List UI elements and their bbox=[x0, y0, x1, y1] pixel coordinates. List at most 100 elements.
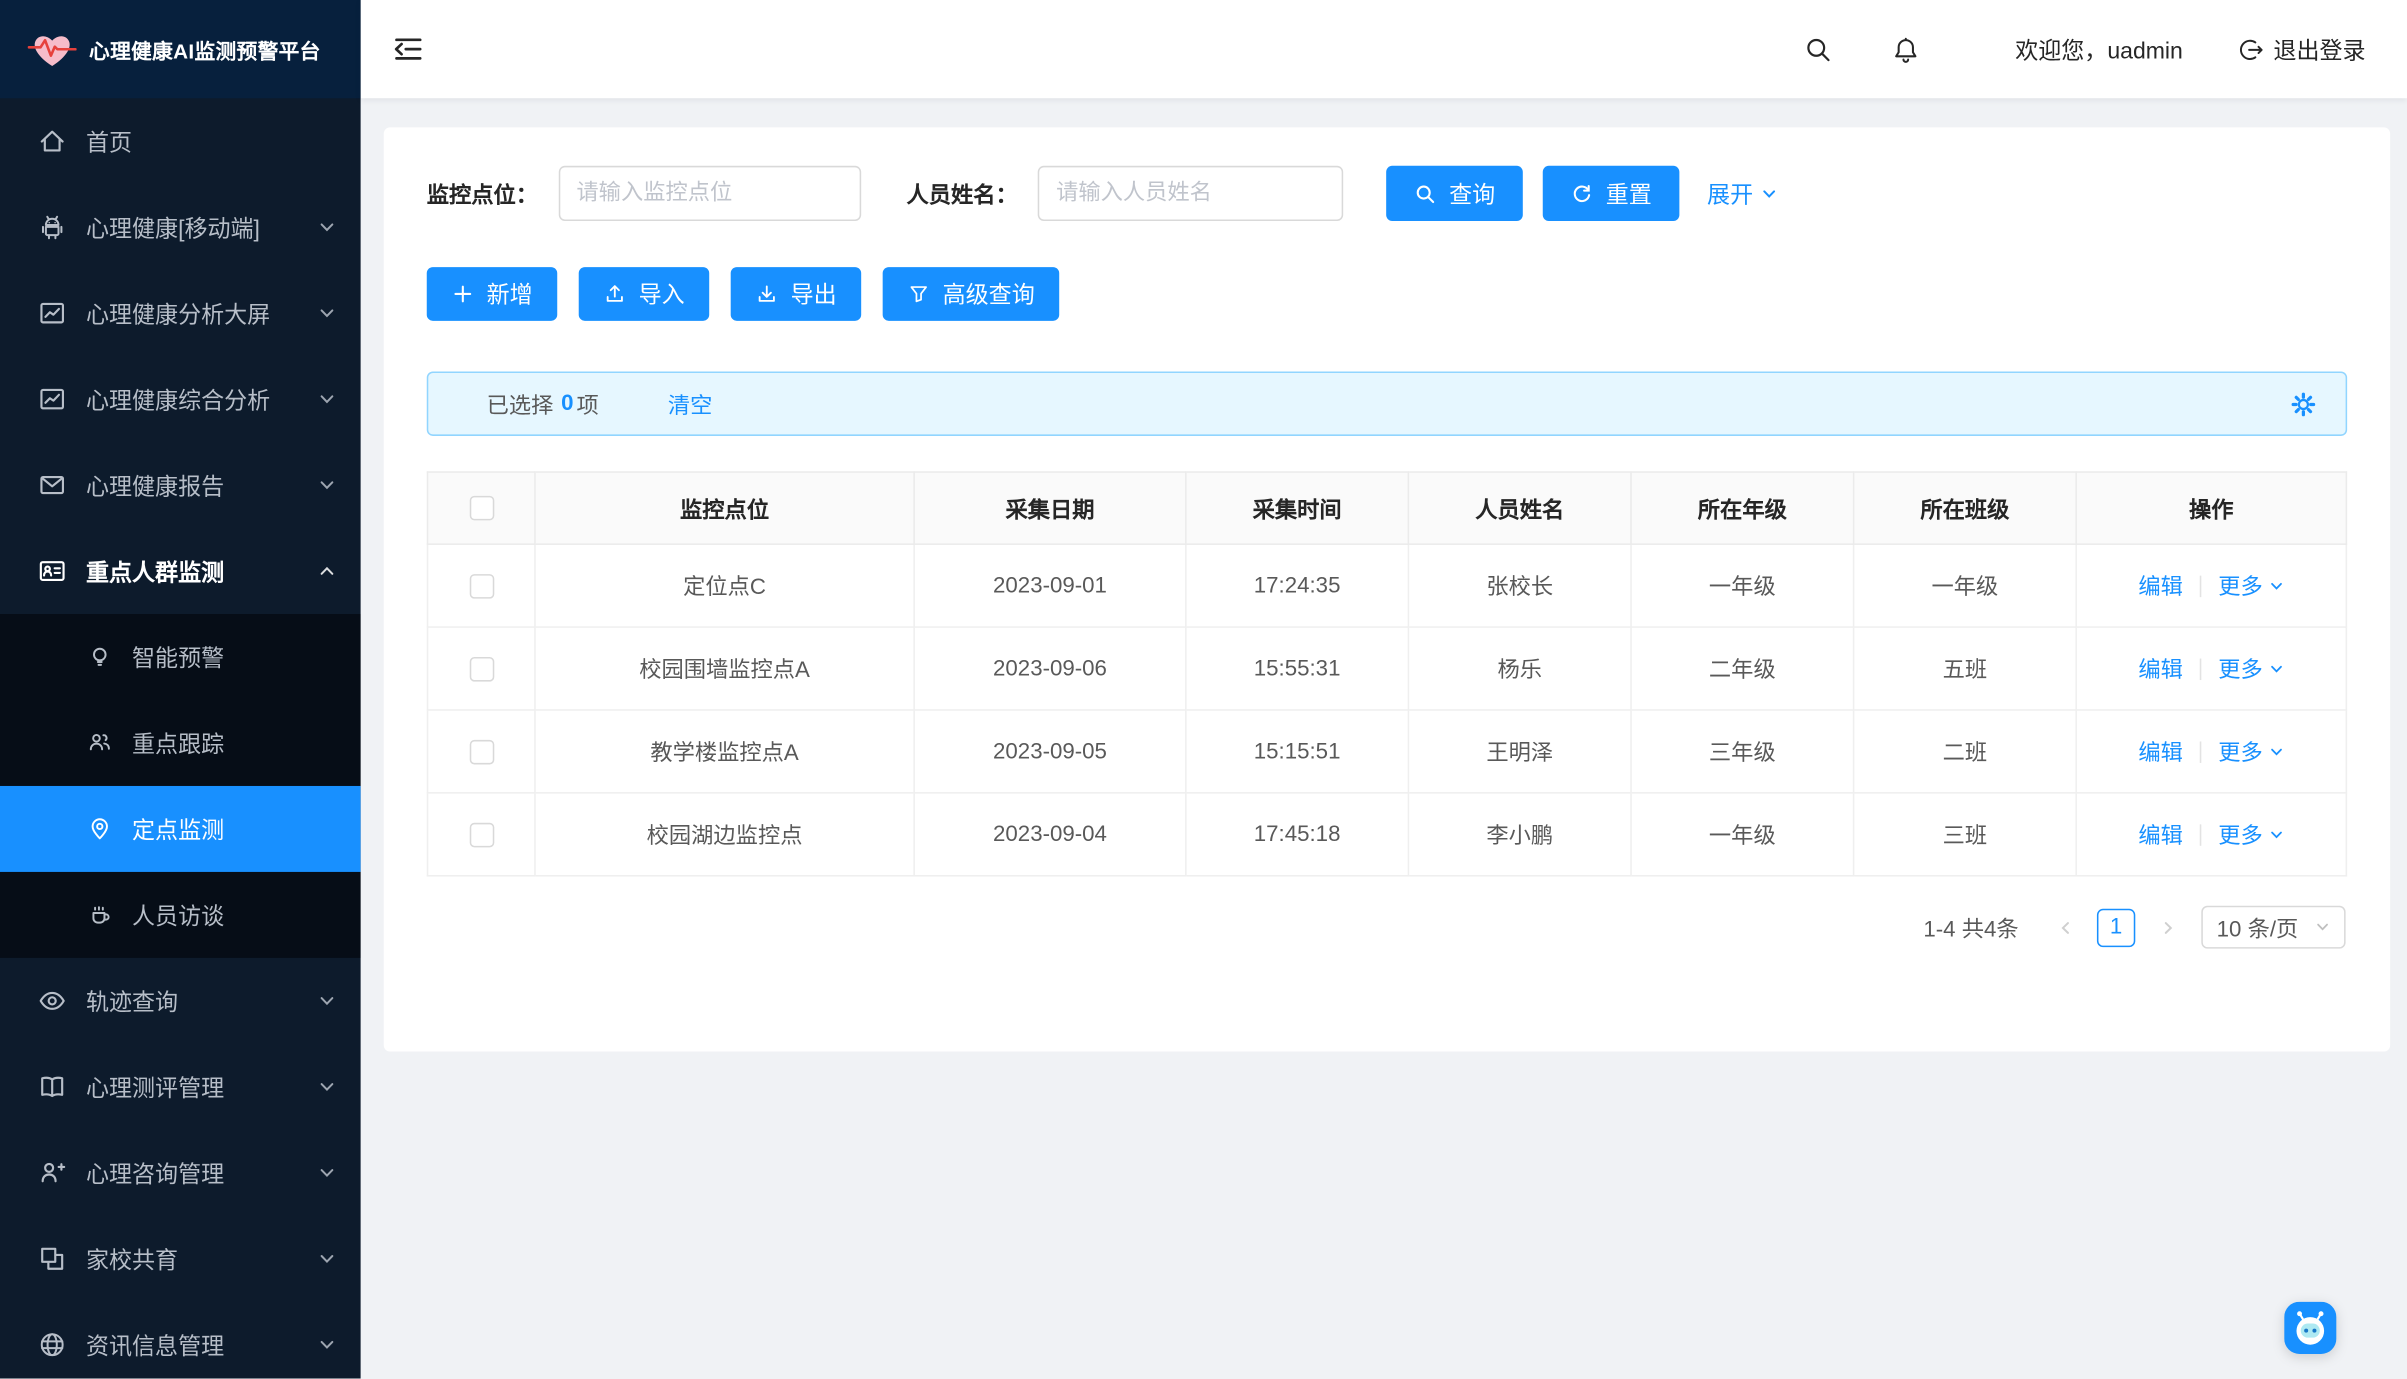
book-icon bbox=[37, 1071, 68, 1102]
sidebar-item-counseling-management[interactable]: 心理咨询管理 bbox=[0, 1130, 361, 1216]
expand-link[interactable]: 展开 bbox=[1707, 177, 1778, 209]
coffee-cup-icon bbox=[86, 901, 114, 929]
collect-time-cell: 15:55:31 bbox=[1186, 627, 1409, 710]
refresh-icon bbox=[1570, 182, 1593, 205]
chevron-down-icon bbox=[2269, 578, 2284, 593]
clear-selection-link[interactable]: 清空 bbox=[668, 388, 713, 420]
bell-icon[interactable] bbox=[1891, 35, 1920, 64]
advanced-search-button[interactable]: 高级查询 bbox=[883, 267, 1060, 321]
sidebar-item-label: 重点人群监测 bbox=[86, 555, 306, 587]
app-logo: 心理健康AI监测预警平台 bbox=[0, 0, 361, 98]
prev-page-button[interactable] bbox=[2046, 909, 2083, 946]
sidebar-item-label: 轨迹查询 bbox=[86, 985, 306, 1017]
more-link[interactable]: 更多 bbox=[2218, 818, 2284, 850]
chevron-down-icon bbox=[2269, 661, 2284, 676]
key-population-submenu: 智能预警 重点跟踪 定点监测 人员访谈 bbox=[0, 614, 361, 958]
search-icon[interactable] bbox=[1803, 35, 1832, 64]
sidebar-item-comprehensive-analysis[interactable]: 心理健康综合分析 bbox=[0, 356, 361, 442]
divider bbox=[2200, 659, 2202, 680]
sidebar-item-assessment-management[interactable]: 心理测评管理 bbox=[0, 1044, 361, 1130]
reset-button[interactable]: 重置 bbox=[1543, 166, 1680, 221]
class-cell: 三班 bbox=[1854, 793, 2077, 876]
sidebar-item-smart-warning[interactable]: 智能预警 bbox=[0, 614, 361, 700]
edit-link[interactable]: 编辑 bbox=[2138, 659, 2183, 684]
search-icon bbox=[1414, 182, 1437, 205]
select-all-checkbox[interactable] bbox=[469, 496, 494, 521]
edit-link[interactable]: 编辑 bbox=[2138, 741, 2183, 766]
column-header: 监控点位 bbox=[535, 472, 914, 544]
add-button[interactable]: 新增 bbox=[427, 267, 558, 321]
next-page-button[interactable] bbox=[2149, 909, 2186, 946]
actions-cell: 编辑 更多 bbox=[2076, 710, 2346, 793]
sidebar-item-mobile[interactable]: 心理健康[移动端] bbox=[0, 184, 361, 270]
collect-date-cell: 2023-09-06 bbox=[914, 627, 1186, 710]
row-checkbox[interactable] bbox=[469, 573, 494, 598]
home-icon bbox=[37, 126, 68, 157]
logout-button[interactable]: 退出登录 bbox=[2238, 33, 2365, 65]
row-checkbox[interactable] bbox=[469, 739, 494, 764]
sidebar-item-key-population[interactable]: 重点人群监测 bbox=[0, 528, 361, 614]
more-link[interactable]: 更多 bbox=[2218, 735, 2284, 767]
sidebar-item-fixed-point-monitoring[interactable]: 定点监测 bbox=[0, 786, 361, 872]
toolbar: 新增 导入 导出 高级查询 bbox=[427, 267, 2347, 321]
sidebar-item-key-tracking[interactable]: 重点跟踪 bbox=[0, 700, 361, 786]
sidebar-item-personnel-interview[interactable]: 人员访谈 bbox=[0, 872, 361, 958]
person-name-label: 人员姓名： bbox=[906, 177, 1017, 209]
selected-count: 0 bbox=[561, 391, 573, 416]
collect-date-cell: 2023-09-04 bbox=[914, 793, 1186, 876]
row-checkbox[interactable] bbox=[469, 822, 494, 847]
chevron-down-icon bbox=[318, 1336, 336, 1354]
page-number-button[interactable]: 1 bbox=[2097, 908, 2135, 946]
edit-link[interactable]: 编辑 bbox=[2138, 824, 2183, 849]
table-row: 校园围墙监控点A 2023-09-06 15:55:31 杨乐 二年级 五班 编… bbox=[428, 627, 2347, 710]
sidebar-item-label: 重点跟踪 bbox=[132, 727, 336, 759]
person-name-cell: 张校长 bbox=[1408, 544, 1631, 627]
monitor-point-cell: 校园湖边监控点 bbox=[535, 793, 914, 876]
column-header: 采集日期 bbox=[914, 472, 1186, 544]
actions-cell: 编辑 更多 bbox=[2076, 627, 2346, 710]
page-size-value: 10 条/页 bbox=[2217, 911, 2299, 943]
user-plus-icon bbox=[37, 1157, 68, 1188]
page-size-select[interactable]: 10 条/页 bbox=[2201, 906, 2345, 949]
person-name-input[interactable] bbox=[1038, 166, 1343, 221]
location-pin-icon bbox=[86, 815, 114, 843]
menu-fold-icon[interactable] bbox=[391, 32, 425, 66]
sidebar-item-label: 心理健康分析大屏 bbox=[86, 297, 306, 329]
row-checkbox[interactable] bbox=[469, 656, 494, 681]
sidebar-item-analysis-screen[interactable]: 心理健康分析大屏 bbox=[0, 270, 361, 356]
chevron-down-icon bbox=[318, 218, 336, 236]
sidebar-item-label: 心理咨询管理 bbox=[86, 1157, 306, 1189]
sidebar-item-home[interactable]: 首页 bbox=[0, 98, 361, 184]
selection-bar: 已选择 0 项 清空 bbox=[427, 371, 2347, 435]
bulb-icon bbox=[86, 643, 114, 671]
welcome-text: 欢迎您，uadmin bbox=[2015, 33, 2183, 65]
sidebar-item-trajectory-query[interactable]: 轨迹查询 bbox=[0, 958, 361, 1044]
sidebar-item-report[interactable]: 心理健康报告 bbox=[0, 442, 361, 528]
class-cell: 一年级 bbox=[1854, 544, 2077, 627]
gear-icon[interactable] bbox=[2289, 389, 2318, 418]
mail-icon bbox=[37, 470, 68, 501]
chevron-down-icon bbox=[2269, 744, 2284, 759]
search-button[interactable]: 查询 bbox=[1386, 166, 1523, 221]
select-all-cell bbox=[428, 472, 535, 544]
monitoring-table: 监控点位 采集日期 采集时间 人员姓名 所在年级 所在班级 操作 定位点C bbox=[427, 471, 2347, 876]
monitor-point-label: 监控点位： bbox=[427, 177, 538, 209]
sidebar-item-news-management[interactable]: 资讯信息管理 bbox=[0, 1302, 361, 1379]
edit-link[interactable]: 编辑 bbox=[2138, 576, 2183, 601]
sidebar-item-home-school[interactable]: 家校共育 bbox=[0, 1216, 361, 1302]
sidebar-item-label: 定点监测 bbox=[132, 813, 336, 845]
column-header: 所在班级 bbox=[1854, 472, 2077, 544]
collect-date-cell: 2023-09-01 bbox=[914, 544, 1186, 627]
logout-icon bbox=[2238, 36, 2264, 62]
table-row: 定位点C 2023-09-01 17:24:35 张校长 一年级 一年级 编辑更… bbox=[428, 544, 2347, 627]
monitor-point-input[interactable] bbox=[558, 166, 860, 221]
export-button[interactable]: 导出 bbox=[731, 267, 862, 321]
sidebar-item-label: 首页 bbox=[86, 125, 336, 157]
sidebar-item-label: 心理健康报告 bbox=[86, 469, 306, 501]
more-link[interactable]: 更多 bbox=[2218, 570, 2284, 602]
chevron-down-icon bbox=[318, 390, 336, 408]
chatbot-button[interactable] bbox=[2284, 1302, 2336, 1354]
more-link[interactable]: 更多 bbox=[2218, 652, 2284, 684]
import-button[interactable]: 导入 bbox=[579, 267, 710, 321]
divider bbox=[2200, 824, 2202, 845]
